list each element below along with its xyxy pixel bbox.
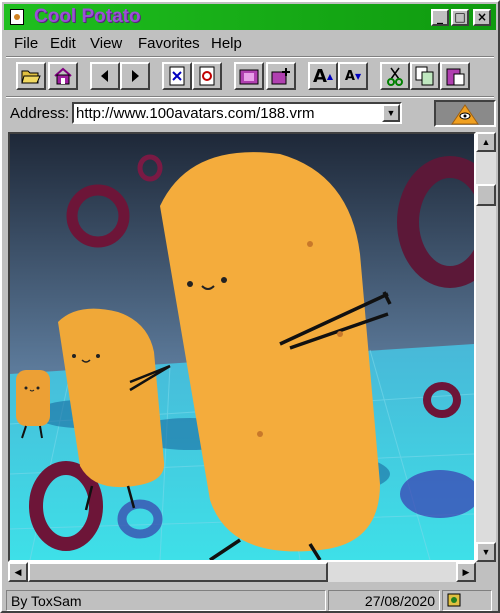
page-content-image xyxy=(8,132,476,562)
forward-button[interactable] xyxy=(120,62,150,90)
open-folder-icon xyxy=(21,70,41,84)
status-author: By ToxSam xyxy=(6,590,326,611)
copy-icon xyxy=(415,66,434,86)
back-icon xyxy=(101,70,108,82)
arrow-left-icon: ◀ xyxy=(14,567,22,577)
scroll-right-button[interactable]: ▶ xyxy=(456,562,476,582)
menu-bar: File Edit View Favorites Help xyxy=(4,32,496,56)
menu-favorites[interactable]: Favorites xyxy=(138,35,200,52)
browser-window: Cool Potato _ □ × File Edit View Favorit… xyxy=(0,0,500,613)
window-title: Cool Potato xyxy=(34,6,141,27)
menu-help[interactable]: Help xyxy=(211,35,242,52)
address-bar: Address: ▼ xyxy=(4,98,496,130)
address-label: Address: xyxy=(10,105,70,122)
maximize-button[interactable]: □ xyxy=(451,9,469,26)
cut-button[interactable] xyxy=(380,62,410,90)
cut-icon xyxy=(387,67,403,86)
favorites-icon xyxy=(271,68,290,85)
history-button[interactable] xyxy=(234,62,264,90)
back-button[interactable] xyxy=(90,62,120,90)
chevron-down-icon: ▼ xyxy=(386,108,396,118)
copy-button[interactable] xyxy=(410,62,440,90)
arrow-down-icon: ▼ xyxy=(481,547,491,557)
horizontal-scroll-thumb[interactable] xyxy=(28,562,328,582)
font-smaller-icon: A xyxy=(344,68,355,84)
stop-icon xyxy=(169,66,185,86)
scroll-up-button[interactable]: ▲ xyxy=(476,132,496,152)
potato-scene-image xyxy=(10,134,474,560)
home-button[interactable] xyxy=(48,62,78,90)
menu-edit[interactable]: Edit xyxy=(50,35,76,52)
favorites-button[interactable] xyxy=(266,62,296,90)
down-arrow-icon: ▼ xyxy=(354,71,362,81)
history-icon xyxy=(239,69,259,85)
address-input[interactable] xyxy=(76,104,382,122)
browser-logo xyxy=(434,100,496,127)
scroll-left-button[interactable]: ◀ xyxy=(8,562,28,582)
home-icon xyxy=(54,67,72,85)
open-folder-button[interactable] xyxy=(16,62,46,90)
font-larger-icon: A xyxy=(312,65,327,87)
paste-button[interactable] xyxy=(440,62,470,90)
minimize-button[interactable]: _ xyxy=(431,9,449,26)
stop-button[interactable] xyxy=(162,62,192,90)
font-larger-button[interactable]: A ▲ xyxy=(308,62,338,90)
horizontal-scrollbar[interactable]: ◀ ▶ xyxy=(8,562,476,582)
toolbar: A ▲ A ▼ xyxy=(4,58,496,96)
status-date: 27/08/2020 xyxy=(328,590,440,611)
address-field[interactable]: ▼ xyxy=(72,102,402,124)
refresh-icon xyxy=(199,66,215,86)
font-smaller-button[interactable]: A ▼ xyxy=(338,62,368,90)
scroll-down-button[interactable]: ▼ xyxy=(476,542,496,562)
menu-file[interactable]: File xyxy=(14,35,38,52)
arrow-up-icon: ▲ xyxy=(481,137,491,147)
refresh-button[interactable] xyxy=(192,62,222,90)
vertical-scrollbar[interactable]: ▲ ▼ xyxy=(476,132,496,562)
up-arrow-icon: ▲ xyxy=(326,71,334,81)
paste-icon xyxy=(446,68,465,86)
menu-view[interactable]: View xyxy=(90,35,122,52)
address-dropdown-button[interactable]: ▼ xyxy=(382,104,400,122)
status-bar: By ToxSam 27/08/2020 xyxy=(4,588,496,612)
pyramid-eye-logo-icon xyxy=(436,102,494,125)
security-zone-icon xyxy=(447,593,461,607)
forward-icon xyxy=(132,70,139,82)
status-zone xyxy=(442,590,492,611)
close-button[interactable]: × xyxy=(473,9,491,26)
vertical-scroll-thumb[interactable] xyxy=(476,184,496,206)
title-bar[interactable]: Cool Potato _ □ × xyxy=(4,4,496,30)
app-icon xyxy=(10,9,24,25)
arrow-right-icon: ▶ xyxy=(462,567,470,577)
